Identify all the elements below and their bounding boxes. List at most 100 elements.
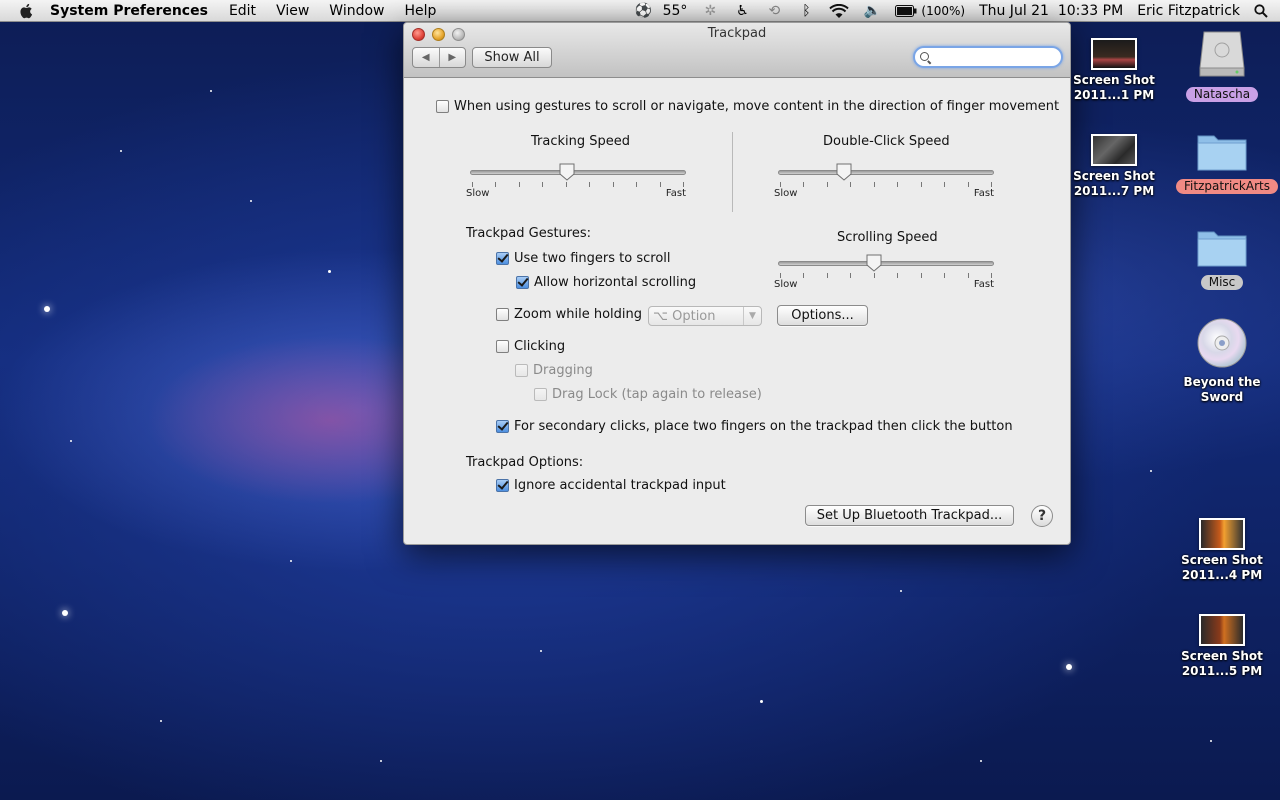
icon-caption: Screen Shot 2011...5 PM — [1181, 649, 1263, 678]
trackpad-gestures-heading: Trackpad Gestures: — [466, 226, 592, 241]
soccer-ball-icon: ⚽ — [634, 3, 653, 19]
slider-thumb[interactable] — [866, 254, 882, 272]
slider-thumb[interactable] — [559, 163, 575, 181]
star — [44, 306, 50, 312]
folder-icon — [1197, 231, 1247, 267]
drag-lock-label: Drag Lock (tap again to release) — [552, 387, 762, 402]
window-title: Trackpad — [707, 26, 767, 41]
horizontal-scroll-option[interactable]: Allow horizontal scrolling — [516, 275, 696, 290]
volume-icon[interactable]: 🔈 — [863, 3, 881, 19]
ignore-accidental-option[interactable]: Ignore accidental trackpad input — [496, 478, 726, 493]
screenshot-thumbnail-icon — [1199, 614, 1245, 646]
star — [980, 760, 982, 762]
window-titlebar: Trackpad ◀ ▶ Show All — [404, 23, 1070, 78]
star — [70, 440, 72, 442]
icon-caption: Screen Shot 2011...4 PM — [1181, 553, 1263, 582]
battery-icon — [895, 5, 917, 17]
horizontal-scroll-checkbox[interactable] — [516, 276, 529, 289]
menu-window[interactable]: Window — [329, 3, 384, 19]
hard-drive-icon — [1199, 31, 1245, 77]
icon-caption: Beyond the Sword — [1183, 375, 1261, 404]
tracking-speed-slider[interactable]: Slow Fast — [466, 158, 686, 203]
clicking-label: Clicking — [514, 339, 566, 354]
ignore-accidental-label: Ignore accidental trackpad input — [514, 478, 726, 493]
star — [160, 720, 162, 722]
menu-edit[interactable]: Edit — [229, 3, 256, 19]
battery-status[interactable]: (100%) — [895, 4, 965, 18]
scroll-direction-checkbox[interactable] — [436, 100, 449, 113]
star — [250, 200, 252, 202]
scroll-direction-option[interactable]: When using gestures to scroll or navigat… — [436, 99, 1059, 114]
secondary-click-option[interactable]: For secondary clicks, place two fingers … — [496, 419, 1013, 434]
back-button[interactable]: ◀ — [413, 52, 439, 63]
desktop-icon-screenshot-4[interactable]: Screen Shot 2011...5 PM — [1176, 614, 1268, 679]
icon-caption: FitzpatrickArts — [1176, 179, 1278, 194]
accessibility-icon[interactable]: ♿ — [733, 3, 751, 19]
star — [1150, 470, 1152, 472]
star — [290, 560, 292, 562]
icon-caption: Screen Shot 2011...1 PM — [1073, 73, 1155, 102]
secondary-click-checkbox[interactable] — [496, 420, 509, 433]
dvd-disc-icon — [1197, 318, 1247, 368]
slider-ticks — [472, 182, 684, 188]
slider-thumb[interactable] — [836, 163, 852, 181]
wifi-icon[interactable] — [829, 3, 850, 19]
slider-slow-label: Slow — [466, 188, 490, 199]
weather-widget[interactable]: ⚽ 55° — [635, 3, 688, 19]
screenshot-thumbnail-icon — [1091, 38, 1137, 70]
scroll-direction-label: When using gestures to scroll or navigat… — [454, 99, 1060, 114]
star — [1210, 740, 1212, 742]
menu-view[interactable]: View — [276, 3, 309, 19]
menu-help[interactable]: Help — [405, 3, 437, 19]
help-button[interactable]: ? — [1031, 505, 1053, 527]
secondary-click-label: For secondary clicks, place two fingers … — [514, 419, 1013, 434]
desktop-icon-misc[interactable]: Misc — [1176, 226, 1268, 290]
forward-button[interactable]: ▶ — [440, 52, 466, 63]
show-all-button[interactable]: Show All — [472, 47, 552, 68]
clicking-option[interactable]: Clicking — [496, 339, 565, 354]
zoom-modifier-popup[interactable]: ⌥ Option ▼ — [648, 306, 762, 326]
bluetooth-icon[interactable]: ᛒ — [797, 3, 815, 19]
two-finger-scroll-checkbox[interactable] — [496, 252, 509, 265]
slider-track — [470, 170, 686, 175]
double-click-speed-title: Double-Click Speed — [823, 134, 950, 149]
drag-lock-option: Drag Lock (tap again to release) — [534, 387, 762, 402]
desktop-icon-screenshot-1[interactable]: Screen Shot 2011...1 PM — [1068, 38, 1160, 103]
battery-percent: (100%) — [921, 4, 966, 18]
time-machine-icon[interactable]: ⟲ — [765, 3, 783, 19]
drag-lock-checkbox — [534, 388, 547, 401]
desktop-icon-screenshot-3[interactable]: Screen Shot 2011...4 PM — [1176, 518, 1268, 583]
desktop-icon-screenshot-2[interactable]: Screen Shot 2011...7 PM — [1068, 134, 1160, 199]
spotlight-icon[interactable] — [1254, 4, 1268, 18]
double-click-speed-slider[interactable]: Slow Fast — [774, 158, 994, 203]
search-input[interactable] — [934, 50, 1054, 64]
zoom-checkbox[interactable] — [496, 308, 509, 321]
slider-ticks — [780, 273, 992, 279]
search-field[interactable] — [913, 46, 1063, 68]
gear-menu-icon[interactable]: ✲ — [701, 3, 719, 19]
clicking-checkbox[interactable] — [496, 340, 509, 353]
ignore-accidental-checkbox[interactable] — [496, 479, 509, 492]
scrolling-speed-title: Scrolling Speed — [837, 230, 938, 245]
dragging-label: Dragging — [533, 363, 593, 378]
apple-icon[interactable] — [18, 2, 36, 20]
star — [760, 700, 763, 703]
options-button[interactable]: Options... — [777, 305, 868, 326]
back-forward-control: ◀ ▶ — [412, 47, 466, 68]
desktop-icon-dvd[interactable]: Beyond the Sword — [1176, 318, 1268, 405]
user-menu[interactable]: Eric Fitzpatrick — [1137, 3, 1240, 19]
two-finger-scroll-option[interactable]: Use two fingers to scroll — [496, 251, 671, 266]
zoom-option[interactable]: Zoom while holding — [496, 307, 642, 322]
scrolling-speed-slider[interactable]: Slow Fast — [774, 249, 994, 294]
setup-bluetooth-trackpad-button[interactable]: Set Up Bluetooth Trackpad... — [805, 505, 1014, 526]
star — [62, 610, 68, 616]
clock[interactable]: Thu Jul 21 10:33 PM — [979, 3, 1123, 19]
slider-slow-label: Slow — [774, 188, 798, 199]
menu-app-name[interactable]: System Preferences — [50, 3, 208, 19]
desktop-icon-natascha[interactable]: Natascha — [1176, 28, 1268, 102]
desktop-icon-fitzpatrickarts[interactable]: FitzpatrickArts — [1176, 130, 1278, 194]
star — [900, 590, 902, 592]
popup-arrows-icon: ▼ — [743, 307, 761, 325]
slider-fast-label: Fast — [665, 188, 686, 199]
slider-ticks — [780, 182, 992, 188]
